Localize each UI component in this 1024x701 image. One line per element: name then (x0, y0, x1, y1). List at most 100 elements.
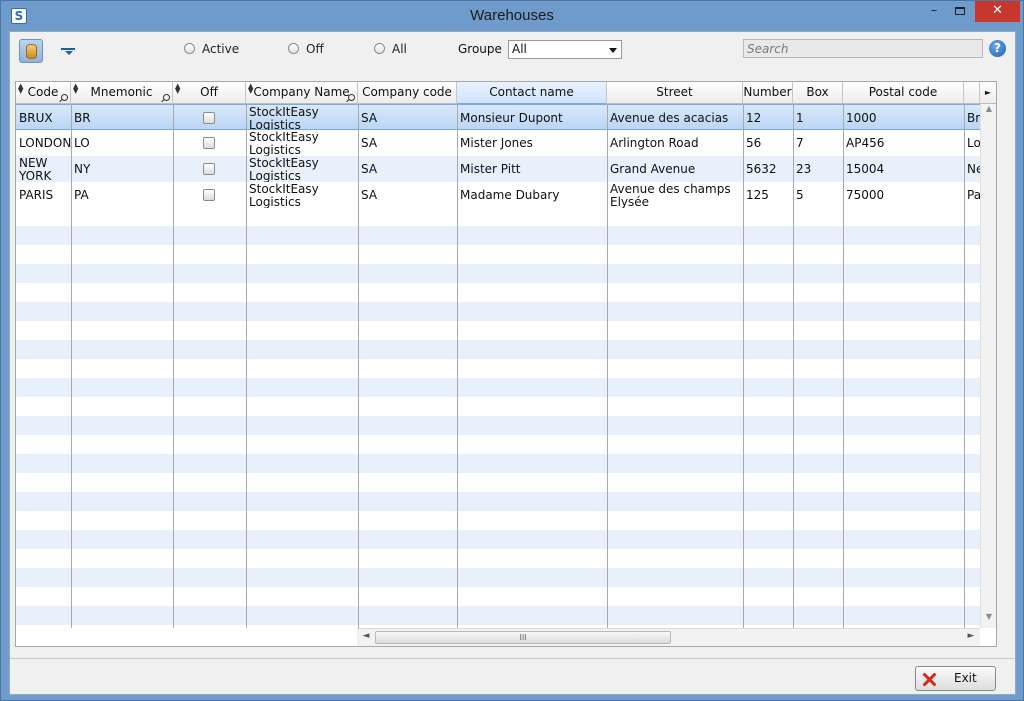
column-label: Code (27, 85, 59, 99)
search-input[interactable] (743, 39, 983, 58)
column-label: Mnemonic (90, 85, 153, 99)
sort-icon: ▲ ▼ (248, 82, 254, 95)
column-header-number[interactable]: Number (743, 82, 793, 104)
column-divider (743, 104, 744, 628)
toolbar: Active Off All Groupe All ? (10, 32, 1015, 68)
off-checkbox[interactable] (203, 189, 215, 201)
cell-street: Grand Avenue (610, 161, 696, 176)
column-divider (246, 104, 247, 628)
cell-code: LONDON (19, 135, 71, 150)
cell-code: NEW YORK (19, 156, 52, 183)
database-button[interactable] (19, 39, 43, 63)
column-divider (843, 104, 844, 628)
cell-code: BRUX (19, 110, 53, 125)
warehouses-grid: ▲ ▼ Code ▲ ▼ Mnemonic ▲ ▼ Off ▲ ▼ Company Na… (15, 81, 997, 647)
filter-icon[interactable] (163, 94, 170, 101)
cell-off (173, 182, 246, 208)
scroll-right-icon[interactable]: ► (980, 82, 996, 104)
groupe-label: Groupe (458, 42, 502, 56)
scroll-right-icon[interactable]: ► (964, 631, 978, 645)
cell-number: 5632 (746, 161, 777, 176)
column-header-code[interactable]: ▲ ▼ Code (16, 82, 71, 104)
minimize-button[interactable]: – (921, 1, 947, 22)
cell-company-code: SA (361, 135, 378, 150)
column-label: Street (656, 85, 693, 99)
column-divider (358, 104, 359, 628)
table-row[interactable]: PARIS PA StockItEasy Logistics SA Madame… (16, 182, 980, 208)
column-header-company-code[interactable]: Company code (358, 82, 457, 104)
chevron-down-icon (609, 48, 617, 53)
dropdown-arrow-icon[interactable] (59, 44, 77, 55)
cell-mnemonic: BR (74, 110, 91, 125)
cell-contact-name: Madame Dubary (460, 187, 560, 202)
cell-off (173, 130, 246, 156)
cell-mnemonic: NY (74, 161, 91, 176)
sort-icon: ▲ ▼ (73, 82, 79, 95)
cell-contact-name: Mister Pitt (460, 161, 521, 176)
cell-off (173, 105, 246, 131)
cell-off (173, 156, 246, 182)
filter-icon[interactable] (348, 94, 355, 101)
column-header-street[interactable]: Street (607, 82, 743, 104)
cell-partial: Pa (967, 187, 980, 202)
title-bar[interactable]: S Warehouses – ✕ (1, 1, 1023, 31)
off-checkbox[interactable] (203, 163, 215, 175)
close-button[interactable]: ✕ (975, 1, 1020, 22)
off-checkbox[interactable] (203, 137, 215, 149)
client-area: Active Off All Groupe All ? ▲▼ Code (9, 31, 1016, 695)
horizontal-scroll-thumb[interactable]: III (375, 631, 671, 644)
table-row[interactable]: LONDON LO StockItEasy Logistics SA Miste… (16, 130, 980, 156)
cell-company-name: StockItEasy Logistics (249, 182, 319, 209)
cell-company-name: StockItEasy Logistics (249, 105, 319, 132)
cell-number: 125 (746, 187, 769, 202)
filter-all-radio[interactable] (374, 43, 385, 54)
cell-postal-code: 15004 (846, 161, 885, 176)
footer-divider (10, 658, 1015, 659)
groupe-select[interactable]: All (508, 40, 622, 59)
column-label: Off (200, 85, 218, 99)
filter-off-radio[interactable] (288, 43, 299, 54)
column-header-contact-name[interactable]: Contact name (457, 82, 607, 104)
cell-company-code: SA (361, 161, 378, 176)
filter-icon[interactable] (61, 94, 68, 101)
horizontal-scrollbar[interactable]: ◄ III ► (357, 628, 980, 646)
help-icon[interactable]: ? (989, 40, 1006, 57)
filter-off-label: Off (306, 42, 324, 56)
column-label: Company Name (253, 85, 350, 99)
column-header-postal-code[interactable]: Postal code (843, 82, 964, 104)
column-header-box[interactable]: Box (793, 82, 843, 104)
scroll-down-icon[interactable]: ▼ (981, 612, 996, 626)
cell-partial: Ne (967, 161, 980, 176)
table-row[interactable]: BRUX BR StockItEasy Logistics SA Monsieu… (16, 104, 980, 132)
column-header-off[interactable]: ▲ ▼ Off (173, 82, 246, 104)
cell-contact-name: Monsieur Dupont (460, 110, 563, 125)
scroll-up-icon[interactable]: ▲ (981, 104, 996, 118)
cell-mnemonic: LO (74, 135, 90, 150)
scroll-left-icon[interactable]: ◄ (359, 631, 373, 645)
column-header-mnemonic[interactable]: ▲ ▼ Mnemonic (71, 82, 173, 104)
window-title: Warehouses (470, 7, 554, 24)
column-header-partial[interactable] (964, 82, 980, 104)
cell-box: 1 (796, 110, 804, 125)
cell-company-code: SA (361, 187, 378, 202)
table-row[interactable]: NEW YORK NY StockItEasy Logistics SA Mis… (16, 156, 980, 182)
cell-street: Arlington Road (610, 135, 699, 150)
cell-number: 56 (746, 135, 762, 150)
column-divider (793, 104, 794, 628)
exit-button[interactable]: Exit (915, 666, 996, 691)
vertical-scrollbar[interactable]: ▲ ▼ (980, 104, 996, 628)
column-label: Number (743, 85, 792, 99)
filter-active-radio[interactable] (184, 43, 195, 54)
filter-active-label: Active (202, 42, 240, 56)
column-header-company-name[interactable]: ▲ ▼ Company Name (246, 82, 358, 104)
maximize-button[interactable] (947, 1, 973, 22)
cell-street: Avenue des champs Elysée (610, 182, 731, 209)
cell-number: 12 (746, 110, 762, 125)
cell-partial: Br (967, 110, 980, 125)
column-label: Postal code (868, 85, 938, 99)
sort-icon: ▲ ▼ (175, 82, 181, 95)
cell-code: PARIS (19, 187, 54, 202)
off-checkbox[interactable] (203, 112, 215, 124)
cell-box: 23 (796, 161, 812, 176)
column-divider (964, 104, 965, 628)
